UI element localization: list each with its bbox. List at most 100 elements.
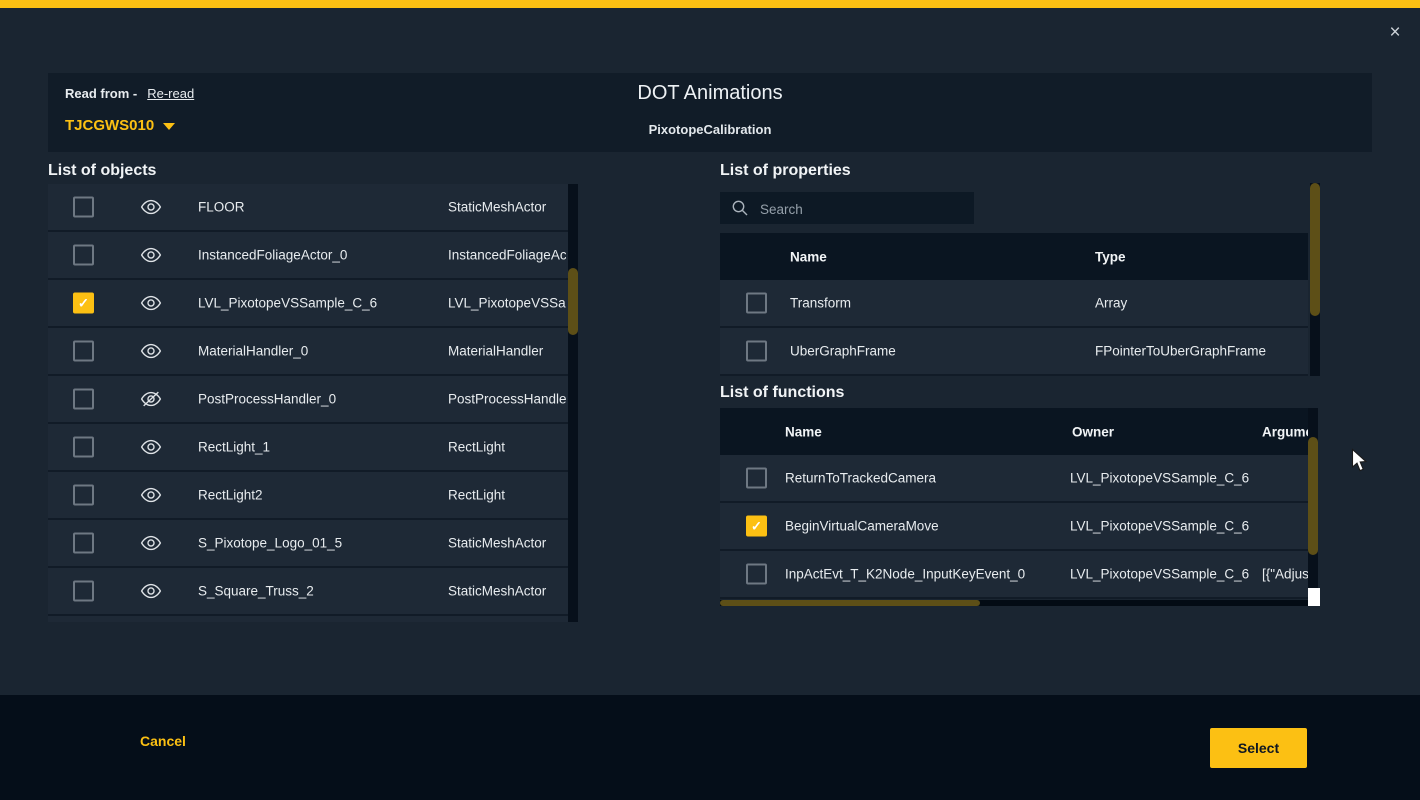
dialog-header: Read from -Re-read TJCGWS010 DOT Animati… [48,73,1372,152]
property-name: Transform [790,296,1080,311]
object-checkbox[interactable] [73,437,94,458]
properties-table-header: Name Type [720,233,1308,280]
object-checkbox[interactable] [73,197,94,218]
function-owner: LVL_PixotopeVSSample_C_6 [1070,471,1256,486]
cancel-button[interactable]: Cancel [140,733,186,749]
column-header-owner: Owner [1072,424,1114,439]
object-checkbox[interactable] [73,245,94,266]
object-name: RectLight_1 [198,440,438,455]
functions-table-header: Name Owner Arguments [720,408,1308,455]
object-checkbox[interactable] [73,485,94,506]
object-row-partial [48,616,568,622]
properties-scrollbar-track[interactable] [1310,183,1320,376]
object-row[interactable]: FLOOR StaticMeshActor [48,184,568,232]
object-name: S_Pixotope_Logo_01_5 [198,536,438,551]
object-name: PostProcessHandler_0 [198,392,438,407]
object-row[interactable]: RectLight_1 RectLight [48,424,568,472]
function-arguments: [{"Adjus [1262,567,1308,582]
object-name: S_Square_Truss_2 [198,584,438,599]
object-checkbox[interactable] [73,341,94,362]
object-checkbox[interactable]: ✓ [73,293,94,314]
properties-search[interactable] [720,192,974,224]
object-row[interactable]: PostProcessHandler_0 PostProcessHandler [48,376,568,424]
object-row[interactable]: RectLight2 RectLight [48,472,568,520]
select-button[interactable]: Select [1210,728,1307,768]
search-input[interactable] [758,192,968,226]
properties-table: Name Type TransformArray UberGraphFrame FP… [720,233,1308,376]
object-row[interactable]: MaterialHandler_0 MaterialHandler [48,328,568,376]
top-accent-bar [0,0,1420,8]
dialog-subtitle: PixotopeCalibration [48,122,1372,137]
object-checkbox[interactable] [73,533,94,554]
object-type: StaticMeshActor [448,584,566,599]
object-type: MaterialHandler [448,344,566,359]
property-name: UberGraphFrame [790,344,1080,359]
function-row[interactable]: InpActEvt_T_K2Node_InputKeyEvent_0 LVL_Pi… [720,551,1308,599]
functions-table: Name Owner Arguments ReturnToTrackedCame… [720,408,1308,599]
functions-scrollbar-track[interactable] [1308,408,1318,588]
object-name: LVL_PixotopeVSSample_C_6 [198,296,438,311]
object-checkbox[interactable] [73,581,94,602]
object-checkbox[interactable] [73,389,94,410]
column-header-arguments: Arguments [1262,424,1308,439]
function-owner: LVL_PixotopeVSSample_C_6 [1070,567,1256,582]
object-type: InstancedFoliageActor [448,248,566,263]
function-checkbox[interactable]: ✓ [746,516,767,537]
dialog-screen: × Read from -Re-read TJCGWS010 DOT Anima… [0,0,1420,800]
dialog-title: DOT Animations [48,82,1372,105]
properties-scrollbar-thumb[interactable] [1310,183,1320,316]
object-name: FLOOR [198,200,438,215]
eye-icon[interactable] [140,439,162,456]
function-name: ReturnToTrackedCamera [785,471,1060,486]
eye-icon[interactable] [140,199,162,216]
objects-scrollbar-thumb[interactable] [568,268,578,335]
object-row[interactable]: InstancedFoliageActor_0 InstancedFoliageA… [48,232,568,280]
scrollbar-corner [1308,588,1320,606]
functions-hscrollbar-thumb[interactable] [720,600,980,606]
property-checkbox[interactable] [746,341,767,362]
property-checkbox[interactable] [746,293,767,314]
object-row[interactable]: S_Square_Truss_2 StaticMeshActor [48,568,568,616]
eye-icon[interactable] [140,295,162,312]
function-name: BeginVirtualCameraMove [785,519,1060,534]
function-owner: LVL_PixotopeVSSample_C_6 [1070,519,1256,534]
dialog-footer: Cancel Select [0,695,1420,800]
object-type: RectLight [448,488,566,503]
functions-hscrollbar-track[interactable] [720,600,1308,606]
object-row[interactable]: S_Pixotope_Logo_01_5 StaticMeshActor [48,520,568,568]
functions-heading: List of functions [720,384,844,402]
object-name: MaterialHandler_0 [198,344,438,359]
function-row[interactable]: ✓ BeginVirtualCameraMove LVL_PixotopeVSSam… [720,503,1308,551]
object-row[interactable]: ✓ LVL_PixotopeVSSample_C_6 LVL_PixotopeVSS… [48,280,568,328]
eye-icon[interactable] [140,247,162,264]
properties-heading: List of properties [720,162,851,180]
property-type: FPointerToUberGraphFrame [1095,344,1306,359]
mouse-cursor [1351,448,1369,474]
object-type: RectLight [448,440,566,455]
eye-off-icon[interactable] [140,391,162,408]
eye-icon[interactable] [140,535,162,552]
objects-heading: List of objects [48,162,156,180]
object-type: StaticMeshActor [448,536,566,551]
function-name: InpActEvt_T_K2Node_InputKeyEvent_0 [785,567,1060,582]
column-header-type: Type [1095,249,1126,264]
function-checkbox[interactable] [746,468,767,489]
eye-icon[interactable] [140,487,162,504]
column-header-name: Name [785,424,822,439]
function-checkbox[interactable] [746,564,767,585]
functions-scrollbar-thumb[interactable] [1308,437,1318,555]
property-row[interactable]: TransformArray [720,280,1308,328]
property-row[interactable]: UberGraphFrame FPointerToUberGraphFrame [720,328,1308,376]
close-icon[interactable]: × [1384,22,1406,44]
eye-icon[interactable] [140,583,162,600]
column-header-name: Name [790,249,827,264]
object-type: StaticMeshActor [448,200,566,215]
eye-icon[interactable] [140,343,162,360]
object-name: RectLight2 [198,488,438,503]
object-type: LVL_PixotopeVSSample_C [448,296,566,311]
object-name: InstancedFoliageActor_0 [198,248,438,263]
objects-scrollbar-track[interactable] [568,184,578,622]
search-icon [731,199,749,217]
function-row[interactable]: ReturnToTrackedCamera LVL_PixotopeVSSampl… [720,455,1308,503]
object-type: PostProcessHandler [448,392,566,407]
